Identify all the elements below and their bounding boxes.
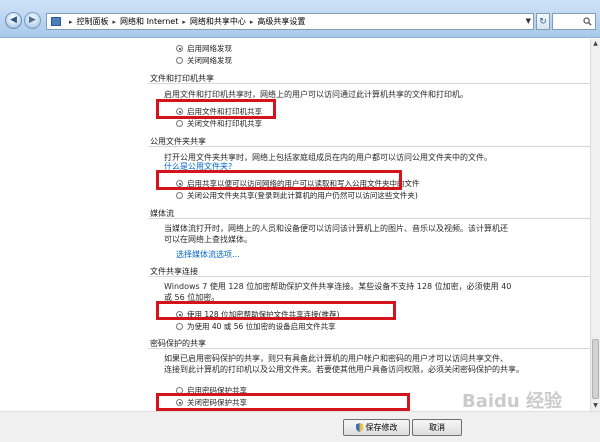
breadcrumb-network-internet[interactable]: 网络和 Internet	[120, 16, 178, 27]
cancel-button-label: 取消	[429, 423, 445, 432]
media-streaming-options-link[interactable]: 选择媒体流选项...	[176, 249, 240, 261]
save-changes-button[interactable]: 保存修改	[343, 419, 410, 436]
highlight-box-public-folder	[156, 170, 402, 190]
cancel-button[interactable]: 取消	[412, 419, 462, 436]
save-button-label: 保存修改	[365, 423, 398, 432]
scroll-up-icon[interactable]: ▲	[591, 39, 600, 49]
window-titlebar: ◀ ▶ ▸ 控制面板 ▸ 网络和 Internet ▸ 网络和共享中心 ▸ 高级…	[0, 0, 600, 38]
radio-40-56-bit-encryption[interactable]: 为使用 40 或 56 位加密的设备启用文件共享	[176, 321, 336, 332]
highlight-box-password-protected	[156, 393, 410, 411]
radio-label: 关闭公用文件夹共享(登录到此计算机的用户仍然可以访问这些文件夹)	[187, 191, 418, 200]
arrow-left-icon: ◀	[10, 15, 17, 25]
radio-label: 关闭文件和打印机共享	[187, 119, 262, 128]
breadcrumb-separator: ▸	[112, 17, 117, 26]
radio-indicator[interactable]	[176, 45, 183, 52]
breadcrumb-advanced-sharing[interactable]: 高级共享设置	[257, 16, 305, 27]
section-divider	[148, 218, 590, 219]
radio-disable-network-discovery[interactable]: 关闭网络发现	[176, 55, 232, 66]
radio-disable-file-printer-sharing[interactable]: 关闭文件和打印机共享	[176, 118, 262, 129]
arrow-right-icon: ▶	[29, 15, 36, 25]
radio-label: 关闭网络发现	[187, 56, 232, 65]
search-input[interactable]	[552, 13, 596, 30]
bottom-button-bar: 保存修改 取消	[0, 411, 600, 442]
section-divider	[148, 83, 590, 84]
section-divider	[148, 276, 590, 277]
vertical-scrollbar[interactable]: ▲ ▼	[590, 39, 600, 411]
control-panel-icon	[51, 17, 61, 26]
refresh-button[interactable]: ↻	[536, 13, 550, 30]
scrollbar-thumb[interactable]	[592, 339, 599, 399]
radio-indicator[interactable]	[176, 57, 183, 64]
watermark: Baidu 经验	[462, 391, 563, 412]
scroll-down-icon[interactable]: ▼	[591, 401, 600, 411]
section-divider	[148, 348, 590, 349]
settings-content: 启用网络发现 关闭网络发现 文件和打印机共享 启用文件和打印机共享时，网络上的用…	[0, 39, 590, 411]
back-button[interactable]: ◀	[5, 12, 22, 29]
refresh-icon: ↻	[539, 16, 547, 27]
highlight-box-file-sharing-connections	[156, 301, 396, 320]
breadcrumb-separator: ▸	[69, 17, 73, 26]
section-divider	[148, 146, 590, 147]
radio-enable-network-discovery[interactable]: 启用网络发现	[176, 43, 232, 54]
highlight-box-file-printer	[156, 99, 276, 119]
breadcrumb-separator: ▸	[182, 17, 186, 26]
radio-indicator[interactable]	[176, 192, 183, 199]
radio-indicator[interactable]	[176, 120, 183, 127]
password-protected-description-2: 连接到此计算机的打印机以及公用文件夹。若要使其他用户具备访问权限，必须关闭密码保…	[164, 365, 524, 374]
media-streaming-description-2: 可以在网络上查找媒体。	[164, 235, 252, 244]
radio-label: 启用网络发现	[187, 44, 232, 53]
radio-disable-public-folder-sharing[interactable]: 关闭公用文件夹共享(登录到此计算机的用户仍然可以访问这些文件夹)	[176, 190, 418, 201]
search-icon	[583, 17, 592, 26]
radio-indicator[interactable]	[176, 323, 183, 330]
breadcrumb-separator: ▸	[249, 17, 254, 26]
uac-shield-icon	[355, 423, 363, 432]
address-bar[interactable]: ▸ 控制面板 ▸ 网络和 Internet ▸ 网络和共享中心 ▸ 高级共享设置…	[46, 13, 534, 30]
breadcrumb-network-sharing-center[interactable]: 网络和共享中心	[190, 16, 246, 27]
address-dropdown-icon[interactable]: ▼	[526, 14, 531, 29]
forward-button[interactable]: ▶	[24, 12, 41, 29]
radio-label: 为使用 40 或 56 位加密的设备启用文件共享	[187, 322, 336, 331]
breadcrumb-control-panel[interactable]: 控制面板	[77, 16, 109, 27]
